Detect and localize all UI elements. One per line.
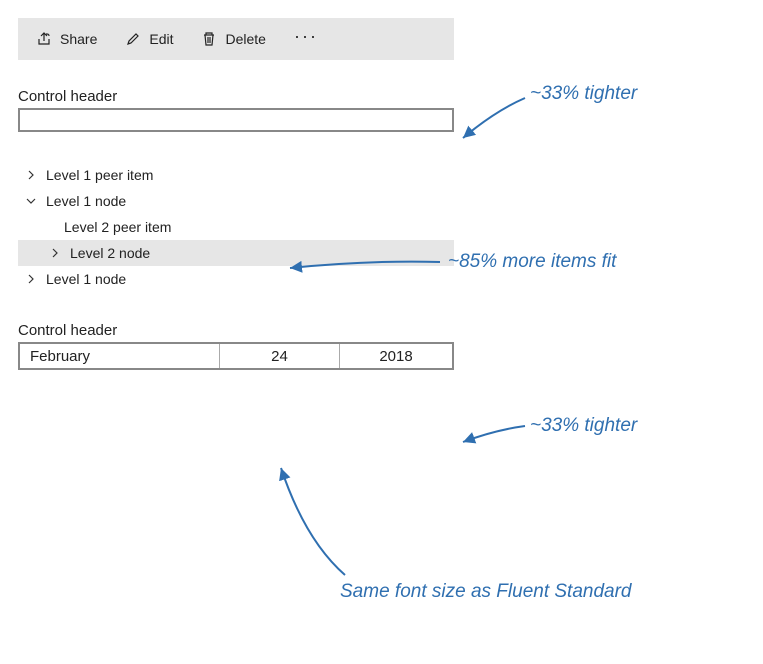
tree-item-label: Level 1 node (46, 193, 126, 209)
annotation-text: ~85% more items fit (448, 250, 616, 275)
overflow-icon: ··· (294, 26, 318, 46)
edit-icon (125, 31, 141, 47)
share-icon (36, 31, 52, 47)
tree-item-label: Level 1 node (46, 271, 126, 287)
tree-item-label: Level 2 peer item (64, 219, 171, 235)
datepicker-year[interactable]: 2018 (340, 344, 452, 368)
overflow-button[interactable]: ··· (294, 26, 318, 53)
share-button[interactable]: Share (36, 31, 97, 47)
datepicker-month[interactable]: February (20, 344, 220, 368)
datepicker-header: Control header (18, 322, 745, 339)
tree-item-label: Level 2 node (70, 245, 150, 261)
chevron-right-icon (48, 248, 62, 258)
tree-item-selected[interactable]: Level 2 node (18, 240, 454, 266)
tree-item[interactable]: Level 1 node (18, 266, 454, 292)
textbox-input[interactable] (18, 108, 454, 132)
chevron-right-icon (24, 274, 38, 284)
edit-label: Edit (149, 31, 173, 47)
edit-button[interactable]: Edit (125, 31, 173, 47)
annotation-arrow-icon (455, 424, 530, 448)
tree-item-label: Level 1 peer item (46, 167, 153, 183)
command-bar: Share Edit Delete ··· (18, 18, 454, 60)
tree-item[interactable]: Level 2 peer item (18, 214, 454, 240)
tree-item[interactable]: Level 1 peer item (18, 162, 454, 188)
delete-button[interactable]: Delete (201, 31, 265, 47)
tree-item[interactable]: Level 1 node (18, 188, 454, 214)
annotation-text: Same font size as Fluent Standard (340, 580, 640, 605)
datepicker-section: Control header February 24 2018 (18, 322, 745, 370)
chevron-down-icon (24, 196, 38, 206)
annotation-text: ~33% tighter (530, 414, 637, 439)
annotation-arrow-icon (275, 460, 365, 580)
annotation-text: ~33% tighter (530, 82, 637, 107)
delete-label: Delete (225, 31, 265, 47)
datepicker-day[interactable]: 24 (220, 344, 340, 368)
chevron-right-icon (24, 170, 38, 180)
delete-icon (201, 31, 217, 47)
datepicker-input[interactable]: February 24 2018 (18, 342, 454, 370)
share-label: Share (60, 31, 97, 47)
tree-view: Level 1 peer item Level 1 node Level 2 p… (18, 162, 454, 292)
